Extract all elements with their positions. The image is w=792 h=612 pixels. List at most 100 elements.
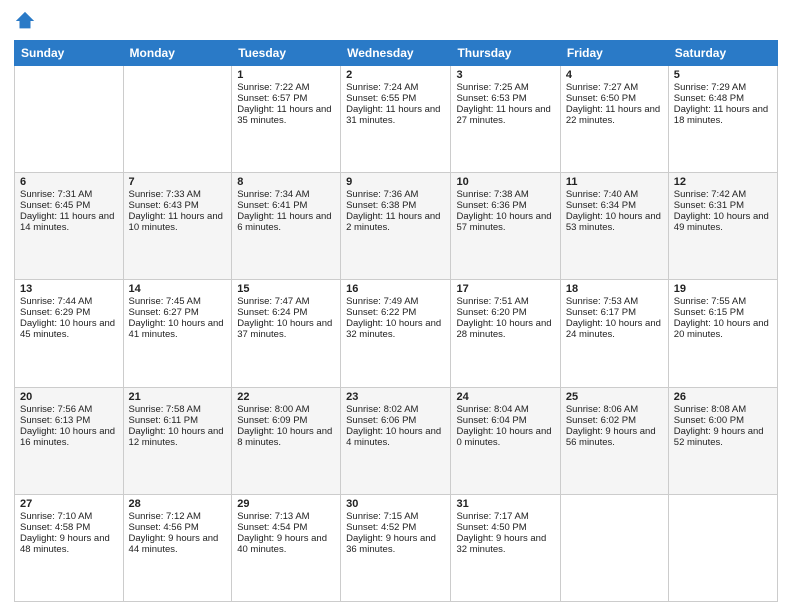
sunrise-text: Sunrise: 7:17 AM [456,511,554,522]
sunset-text: Sunset: 6:13 PM [20,415,118,426]
calendar-cell: 10Sunrise: 7:38 AMSunset: 6:36 PMDayligh… [451,173,560,280]
day-number: 2 [346,69,445,81]
logo [14,10,38,32]
calendar-cell: 11Sunrise: 7:40 AMSunset: 6:34 PMDayligh… [560,173,668,280]
sunrise-text: Sunrise: 7:47 AM [237,296,335,307]
calendar-cell: 15Sunrise: 7:47 AMSunset: 6:24 PMDayligh… [232,280,341,387]
daylight-text: Daylight: 10 hours and 24 minutes. [566,318,663,340]
calendar-cell: 3Sunrise: 7:25 AMSunset: 6:53 PMDaylight… [451,66,560,173]
day-number: 13 [20,283,118,295]
calendar-cell: 17Sunrise: 7:51 AMSunset: 6:20 PMDayligh… [451,280,560,387]
calendar-table: SundayMondayTuesdayWednesdayThursdayFrid… [14,40,778,602]
calendar-cell: 13Sunrise: 7:44 AMSunset: 6:29 PMDayligh… [15,280,124,387]
sunset-text: Sunset: 6:50 PM [566,93,663,104]
sunrise-text: Sunrise: 7:44 AM [20,296,118,307]
week-row-0: 1Sunrise: 7:22 AMSunset: 6:57 PMDaylight… [15,66,778,173]
day-number: 9 [346,176,445,188]
sunset-text: Sunset: 6:20 PM [456,307,554,318]
calendar-cell [668,494,777,601]
daylight-text: Daylight: 10 hours and 45 minutes. [20,318,118,340]
calendar-cell: 6Sunrise: 7:31 AMSunset: 6:45 PMDaylight… [15,173,124,280]
weekday-header-row: SundayMondayTuesdayWednesdayThursdayFrid… [15,41,778,66]
sunrise-text: Sunrise: 8:08 AM [674,404,772,415]
sunrise-text: Sunrise: 7:36 AM [346,189,445,200]
sunrise-text: Sunrise: 7:25 AM [456,82,554,93]
day-number: 20 [20,391,118,403]
sunset-text: Sunset: 6:53 PM [456,93,554,104]
calendar-cell: 1Sunrise: 7:22 AMSunset: 6:57 PMDaylight… [232,66,341,173]
sunset-text: Sunset: 6:27 PM [129,307,227,318]
sunrise-text: Sunrise: 7:51 AM [456,296,554,307]
daylight-text: Daylight: 9 hours and 48 minutes. [20,533,118,555]
weekday-header-wednesday: Wednesday [341,41,451,66]
sunrise-text: Sunrise: 7:15 AM [346,511,445,522]
sunrise-text: Sunrise: 7:53 AM [566,296,663,307]
sunrise-text: Sunrise: 7:10 AM [20,511,118,522]
sunrise-text: Sunrise: 7:33 AM [129,189,227,200]
calendar-cell: 22Sunrise: 8:00 AMSunset: 6:09 PMDayligh… [232,387,341,494]
sunrise-text: Sunrise: 7:58 AM [129,404,227,415]
sunset-text: Sunset: 6:57 PM [237,93,335,104]
daylight-text: Daylight: 10 hours and 32 minutes. [346,318,445,340]
daylight-text: Daylight: 10 hours and 8 minutes. [237,426,335,448]
calendar-cell: 19Sunrise: 7:55 AMSunset: 6:15 PMDayligh… [668,280,777,387]
daylight-text: Daylight: 9 hours and 52 minutes. [674,426,772,448]
day-number: 3 [456,69,554,81]
day-number: 26 [674,391,772,403]
daylight-text: Daylight: 10 hours and 20 minutes. [674,318,772,340]
calendar-cell [123,66,232,173]
daylight-text: Daylight: 10 hours and 49 minutes. [674,211,772,233]
day-number: 24 [456,391,554,403]
daylight-text: Daylight: 9 hours and 40 minutes. [237,533,335,555]
sunset-text: Sunset: 6:04 PM [456,415,554,426]
day-number: 25 [566,391,663,403]
sunset-text: Sunset: 6:00 PM [674,415,772,426]
calendar-cell: 14Sunrise: 7:45 AMSunset: 6:27 PMDayligh… [123,280,232,387]
day-number: 30 [346,498,445,510]
day-number: 22 [237,391,335,403]
daylight-text: Daylight: 11 hours and 6 minutes. [237,211,335,233]
sunset-text: Sunset: 6:06 PM [346,415,445,426]
daylight-text: Daylight: 11 hours and 18 minutes. [674,104,772,126]
weekday-header-thursday: Thursday [451,41,560,66]
sunset-text: Sunset: 6:09 PM [237,415,335,426]
calendar-cell: 9Sunrise: 7:36 AMSunset: 6:38 PMDaylight… [341,173,451,280]
day-number: 12 [674,176,772,188]
day-number: 18 [566,283,663,295]
weekday-header-sunday: Sunday [15,41,124,66]
daylight-text: Daylight: 10 hours and 53 minutes. [566,211,663,233]
sunrise-text: Sunrise: 7:27 AM [566,82,663,93]
week-row-4: 27Sunrise: 7:10 AMSunset: 4:58 PMDayligh… [15,494,778,601]
sunset-text: Sunset: 6:17 PM [566,307,663,318]
sunrise-text: Sunrise: 7:40 AM [566,189,663,200]
day-number: 4 [566,69,663,81]
calendar-cell: 27Sunrise: 7:10 AMSunset: 4:58 PMDayligh… [15,494,124,601]
calendar-cell [15,66,124,173]
daylight-text: Daylight: 10 hours and 16 minutes. [20,426,118,448]
daylight-text: Daylight: 10 hours and 37 minutes. [237,318,335,340]
sunset-text: Sunset: 6:38 PM [346,200,445,211]
calendar-cell: 25Sunrise: 8:06 AMSunset: 6:02 PMDayligh… [560,387,668,494]
sunset-text: Sunset: 6:41 PM [237,200,335,211]
weekday-header-tuesday: Tuesday [232,41,341,66]
weekday-header-friday: Friday [560,41,668,66]
daylight-text: Daylight: 11 hours and 27 minutes. [456,104,554,126]
day-number: 28 [129,498,227,510]
calendar-cell: 31Sunrise: 7:17 AMSunset: 4:50 PMDayligh… [451,494,560,601]
week-row-3: 20Sunrise: 7:56 AMSunset: 6:13 PMDayligh… [15,387,778,494]
sunrise-text: Sunrise: 8:06 AM [566,404,663,415]
daylight-text: Daylight: 11 hours and 31 minutes. [346,104,445,126]
daylight-text: Daylight: 10 hours and 28 minutes. [456,318,554,340]
calendar-cell: 18Sunrise: 7:53 AMSunset: 6:17 PMDayligh… [560,280,668,387]
sunrise-text: Sunrise: 7:45 AM [129,296,227,307]
sunrise-text: Sunrise: 7:24 AM [346,82,445,93]
sunrise-text: Sunrise: 7:55 AM [674,296,772,307]
calendar-cell: 8Sunrise: 7:34 AMSunset: 6:41 PMDaylight… [232,173,341,280]
day-number: 27 [20,498,118,510]
daylight-text: Daylight: 10 hours and 12 minutes. [129,426,227,448]
daylight-text: Daylight: 10 hours and 0 minutes. [456,426,554,448]
calendar-cell: 12Sunrise: 7:42 AMSunset: 6:31 PMDayligh… [668,173,777,280]
sunrise-text: Sunrise: 7:34 AM [237,189,335,200]
daylight-text: Daylight: 9 hours and 36 minutes. [346,533,445,555]
sunset-text: Sunset: 4:54 PM [237,522,335,533]
